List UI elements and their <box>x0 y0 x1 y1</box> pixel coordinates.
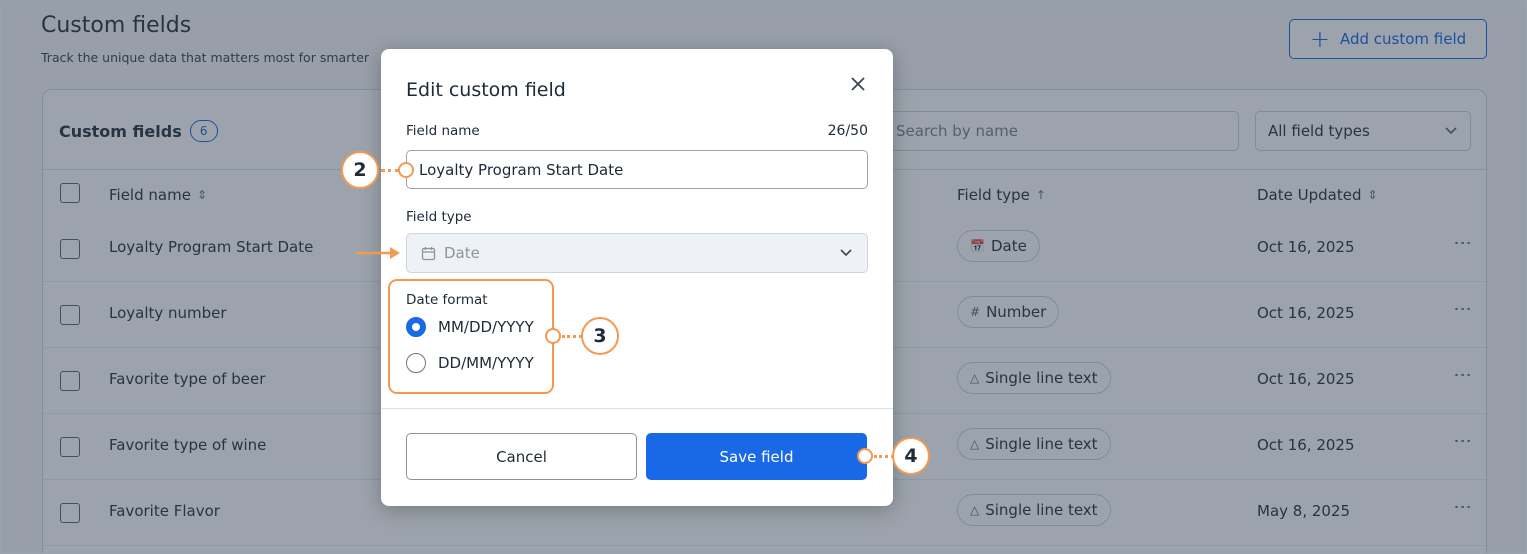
field-name-value: Loyalty Program Start Date <box>419 160 624 179</box>
step-4-badge: 4 <box>892 437 930 475</box>
custom-fields-page: Custom fields Track the unique data that… <box>0 0 1527 554</box>
step-2-dot <box>398 162 414 178</box>
step-3-connector <box>562 335 582 338</box>
dialog-divider <box>381 408 893 409</box>
cancel-button[interactable]: Cancel <box>406 433 637 480</box>
step-3-badge: 3 <box>581 317 619 355</box>
chevron-down-icon <box>840 249 852 257</box>
arrow-right-icon <box>356 247 400 259</box>
date-format-highlight <box>388 279 554 394</box>
step-4-dot <box>857 448 873 464</box>
edit-custom-field-dialog: Edit custom field Field name 26/50 Loyal… <box>381 49 893 506</box>
field-type-select: Date <box>406 233 868 273</box>
field-type-value: Date <box>444 244 480 262</box>
save-field-button[interactable]: Save field <box>646 433 867 480</box>
step-2-connector <box>381 169 399 172</box>
step-4-connector <box>874 455 894 458</box>
step-2-badge: 2 <box>341 151 379 189</box>
dialog-title: Edit custom field <box>406 79 566 101</box>
calendar-icon <box>421 246 436 260</box>
field-name-input[interactable]: Loyalty Program Start Date <box>406 150 868 189</box>
field-type-label: Field type <box>406 209 472 225</box>
close-icon[interactable] <box>847 73 869 95</box>
field-name-label: Field name <box>406 123 480 139</box>
step-3-dot <box>545 328 561 344</box>
character-counter: 26/50 <box>827 123 868 139</box>
